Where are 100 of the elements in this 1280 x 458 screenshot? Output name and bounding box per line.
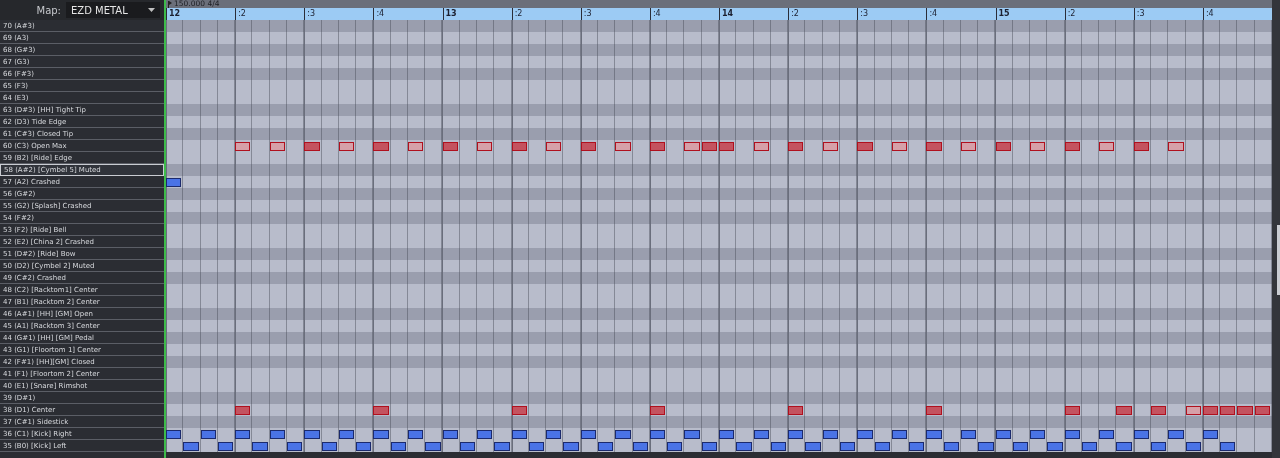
midi-note[interactable] — [1099, 141, 1115, 151]
midi-note[interactable] — [1081, 441, 1098, 451]
midi-note[interactable] — [338, 141, 355, 151]
midi-note[interactable] — [649, 405, 666, 415]
midi-note[interactable] — [770, 441, 787, 451]
midi-note[interactable] — [1030, 429, 1046, 439]
midi-note[interactable] — [477, 141, 493, 151]
midi-note[interactable] — [615, 141, 631, 151]
midi-note[interactable] — [926, 429, 942, 439]
midi-note[interactable] — [1099, 429, 1115, 439]
midi-note[interactable] — [563, 441, 579, 451]
midi-note[interactable] — [701, 141, 717, 151]
midi-note[interactable] — [511, 429, 527, 439]
midi-note[interactable] — [390, 441, 406, 451]
midi-note[interactable] — [701, 441, 717, 451]
midi-note[interactable] — [166, 429, 182, 439]
midi-note[interactable] — [459, 441, 476, 451]
midi-note[interactable] — [667, 441, 683, 451]
midi-note[interactable] — [788, 141, 804, 151]
midi-note[interactable] — [995, 141, 1011, 151]
midi-note[interactable] — [373, 429, 389, 439]
midi-note[interactable] — [235, 141, 251, 151]
midi-note[interactable] — [1151, 441, 1167, 451]
midi-note[interactable] — [960, 429, 977, 439]
midi-note[interactable] — [580, 141, 597, 151]
midi-note[interactable] — [822, 429, 838, 439]
midi-note[interactable] — [649, 141, 666, 151]
midi-note[interactable] — [874, 441, 890, 451]
midi-note[interactable] — [1116, 405, 1132, 415]
midi-note[interactable] — [684, 429, 700, 439]
scrollbar-thumb[interactable] — [1277, 225, 1280, 295]
midi-note[interactable] — [511, 405, 527, 415]
midi-note[interactable] — [995, 429, 1011, 439]
midi-note[interactable] — [805, 441, 821, 451]
midi-note[interactable] — [546, 429, 562, 439]
midi-note[interactable] — [978, 441, 994, 451]
midi-note[interactable] — [494, 441, 510, 451]
midi-note[interactable] — [788, 405, 804, 415]
midi-note[interactable] — [252, 441, 268, 451]
midi-note[interactable] — [1168, 429, 1184, 439]
midi-note[interactable] — [1064, 429, 1080, 439]
midi-note[interactable] — [736, 441, 752, 451]
midi-note[interactable] — [1133, 141, 1150, 151]
midi-note[interactable] — [926, 141, 942, 151]
midi-note[interactable] — [528, 441, 545, 451]
timeline-ruler[interactable]: 12 :2 :3 :4 13 :2 :3 :4 14 :2 :3 :4 15 :2 :3 :4 — [166, 8, 1272, 20]
midi-note[interactable] — [442, 429, 458, 439]
midi-note[interactable] — [304, 141, 320, 151]
midi-note[interactable] — [1254, 405, 1270, 415]
midi-note[interactable] — [909, 441, 925, 451]
midi-note[interactable] — [1185, 441, 1201, 451]
midi-note[interactable] — [719, 429, 735, 439]
midi-note[interactable] — [269, 141, 285, 151]
midi-note[interactable] — [649, 429, 666, 439]
midi-note[interactable] — [407, 141, 424, 151]
midi-note[interactable] — [839, 441, 856, 451]
midi-note[interactable] — [926, 405, 942, 415]
midi-note[interactable] — [235, 429, 251, 439]
midi-note[interactable] — [217, 441, 234, 451]
midi-note[interactable] — [719, 141, 735, 151]
midi-note[interactable] — [1064, 141, 1080, 151]
midi-note[interactable] — [943, 441, 959, 451]
midi-note[interactable] — [546, 141, 562, 151]
midi-note[interactable] — [373, 141, 389, 151]
midi-note[interactable] — [1168, 141, 1184, 151]
midi-note[interactable] — [857, 141, 873, 151]
midi-note[interactable] — [1151, 405, 1167, 415]
midi-note[interactable] — [753, 141, 769, 151]
midi-note[interactable] — [286, 441, 303, 451]
midi-note[interactable] — [753, 429, 769, 439]
midi-note[interactable] — [1202, 405, 1219, 415]
midi-note[interactable] — [1202, 429, 1219, 439]
midi-note[interactable] — [200, 429, 216, 439]
midi-note[interactable] — [321, 441, 337, 451]
midi-note[interactable] — [891, 141, 908, 151]
midi-note[interactable] — [1116, 441, 1132, 451]
midi-note[interactable] — [891, 429, 908, 439]
midi-note[interactable] — [1047, 441, 1063, 451]
midi-note[interactable] — [1133, 429, 1150, 439]
midi-note[interactable] — [1185, 405, 1201, 415]
midi-note[interactable] — [684, 141, 700, 151]
midi-note[interactable] — [477, 429, 493, 439]
midi-note[interactable] — [632, 441, 648, 451]
map-dropdown[interactable]: EZD METAL — [66, 2, 160, 18]
midi-note[interactable] — [615, 429, 631, 439]
midi-note[interactable] — [235, 405, 251, 415]
midi-note[interactable] — [304, 429, 320, 439]
midi-note[interactable] — [1220, 405, 1236, 415]
midi-note[interactable] — [166, 177, 182, 187]
midi-note[interactable] — [407, 429, 424, 439]
midi-note[interactable] — [1220, 441, 1236, 451]
midi-note[interactable] — [1030, 141, 1046, 151]
midi-note[interactable] — [1012, 441, 1029, 451]
midi-note[interactable] — [960, 141, 977, 151]
midi-note[interactable] — [183, 441, 199, 451]
midi-note[interactable] — [788, 429, 804, 439]
midi-note[interactable] — [822, 141, 838, 151]
midi-note[interactable] — [598, 441, 614, 451]
midi-note[interactable] — [511, 141, 527, 151]
midi-note[interactable] — [1064, 405, 1080, 415]
